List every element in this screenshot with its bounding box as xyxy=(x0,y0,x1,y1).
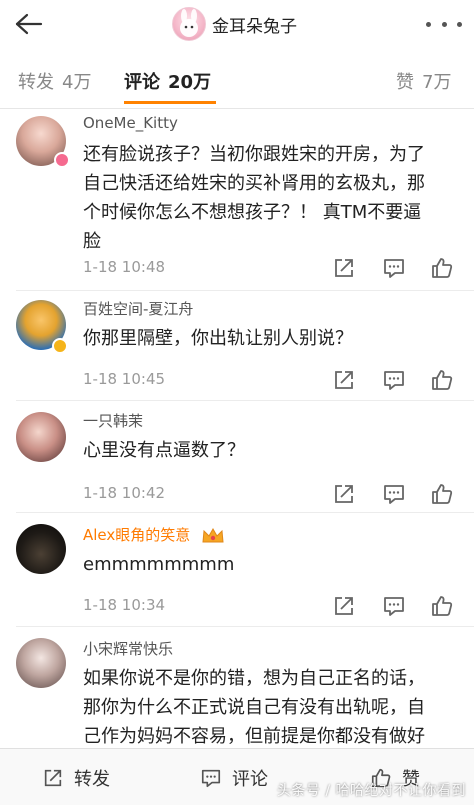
dot-icon xyxy=(426,21,431,27)
comment-reply-icon[interactable] xyxy=(382,594,406,618)
like-thumb-icon[interactable] xyxy=(430,482,454,506)
comment-text: emmmmmmmm xyxy=(83,550,459,579)
divider xyxy=(16,512,474,513)
comment-button-label: 评论 xyxy=(232,769,268,790)
comment-actions xyxy=(330,482,460,506)
share-icon[interactable] xyxy=(332,482,356,506)
comment-reply-icon[interactable] xyxy=(382,368,406,392)
comment-item: OneMe_Kitty 还有脸说孩子？当初你跟姓宋的开房，为了 自己快活还给姓宋… xyxy=(0,110,474,292)
comment-username-text: Alex眼角的笑意 xyxy=(83,526,191,544)
tab-bar: 转发 4万 评论 20万 赞 7万 xyxy=(0,48,474,109)
bunny-avatar-icon xyxy=(180,9,198,37)
tab-like-count: 7万 xyxy=(422,72,452,93)
active-tab-indicator xyxy=(124,101,216,104)
comment-username[interactable]: 一只韩茉 xyxy=(83,410,143,431)
tab-comment[interactable]: 评论 20万 xyxy=(124,68,211,94)
comment-text: 心里没有点逼数了？ xyxy=(83,436,459,465)
top-bar: 金耳朵兔子 xyxy=(0,0,474,49)
repost-button[interactable]: 转发 xyxy=(42,765,110,791)
avatar[interactable] xyxy=(16,412,66,462)
avatar[interactable] xyxy=(16,524,66,574)
watermark-text: 头条号 / 哈哈绝对不让你看到 xyxy=(276,783,466,799)
share-icon[interactable] xyxy=(332,256,356,280)
comment-actions xyxy=(330,256,460,280)
like-thumb-icon[interactable] xyxy=(430,594,454,618)
vip-crown-icon xyxy=(202,527,224,542)
comment-text-line: 如果你说不是你的错，想为自己正名的话， xyxy=(83,668,425,689)
comment-text-line: emmmmmmmm xyxy=(83,554,235,575)
comment-reply-icon[interactable] xyxy=(382,256,406,280)
comment-time: 1-18 10:34 xyxy=(83,596,166,614)
comment-text-line: 个时候你怎么不想想孩子？！ 真TM不要逼 xyxy=(83,202,422,223)
tab-comment-count: 20万 xyxy=(168,72,212,93)
dot-icon xyxy=(441,21,447,27)
dot-icon xyxy=(457,21,462,27)
page-title: 金耳朵兔子 xyxy=(212,17,297,37)
comment-username[interactable]: Alex眼角的笑意 xyxy=(83,524,225,545)
comment-item: 一只韩茉 心里没有点逼数了？ 1-18 10:42 xyxy=(0,402,474,514)
like-thumb-icon[interactable] xyxy=(430,256,454,280)
tab-repost-count: 4万 xyxy=(62,72,92,93)
comment-text: 如果你说不是你的错，想为自己正名的话， 那你为什么不正式说自己有没有出轨呢，自 … xyxy=(83,664,459,751)
comment-username[interactable]: 百姓空间-夏江舟 xyxy=(83,298,193,319)
comment-text: 还有脸说孩子？当初你跟姓宋的开房，为了 自己快活还给姓宋的买补肾用的玄极丸，那 … xyxy=(83,140,459,256)
comment-text-line: 那你为什么不正式说自己有没有出轨呢，自 xyxy=(83,697,425,718)
repost-icon xyxy=(44,769,62,787)
comment-text-line: 自己快活还给姓宋的买补肾用的玄极丸，那 xyxy=(83,173,425,194)
comment-text-line: 心里没有点逼数了？ xyxy=(83,440,245,461)
divider xyxy=(16,400,474,401)
avatar[interactable] xyxy=(16,638,66,688)
comment-item: Alex眼角的笑意 emmmmmmmm 1-18 10:34 xyxy=(0,514,474,627)
comment-time: 1-18 10:48 xyxy=(83,258,166,276)
comment-icon xyxy=(201,769,221,788)
comment-text-line: 己作为妈妈不容易，但前提是你都没有做好 xyxy=(83,726,425,747)
divider xyxy=(16,290,474,291)
comment-text-line: 你那里隔壁，你出轨让别人别说？ xyxy=(83,328,353,349)
comment-time: 1-18 10:42 xyxy=(83,484,166,502)
comment-text-line: 脸 xyxy=(83,231,101,252)
tab-repost[interactable]: 转发 4万 xyxy=(18,68,91,94)
comment-actions xyxy=(330,594,460,618)
author-avatar[interactable] xyxy=(172,7,206,41)
comment-actions xyxy=(330,368,460,392)
tab-like[interactable]: 赞 7万 xyxy=(396,68,451,94)
tab-comment-label: 评论 xyxy=(124,72,160,93)
comment-text-line: 还有脸说孩子？当初你跟姓宋的开房，为了 xyxy=(83,144,425,165)
comment-text: 你那里隔壁，你出轨让别人别说？ xyxy=(83,324,459,353)
comment-item: 小宋辉常快乐 如果你说不是你的错，想为自己正名的话， 那你为什么不正式说自己有没… xyxy=(0,626,474,748)
verified-badge-icon xyxy=(52,338,68,354)
like-thumb-icon[interactable] xyxy=(430,368,454,392)
comment-username[interactable]: OneMe_Kitty xyxy=(83,114,178,132)
tab-like-label: 赞 xyxy=(396,72,414,93)
repost-button-label: 转发 xyxy=(74,769,110,790)
back-arrow-icon xyxy=(15,13,43,35)
share-icon[interactable] xyxy=(332,594,356,618)
share-icon[interactable] xyxy=(332,368,356,392)
comment-reply-icon[interactable] xyxy=(382,482,406,506)
comment-item: 百姓空间-夏江舟 你那里隔壁，你出轨让别人别说？ 1-18 10:45 xyxy=(0,292,474,402)
comment-time: 1-18 10:45 xyxy=(83,370,166,388)
more-options-button[interactable] xyxy=(426,14,462,34)
comment-username[interactable]: 小宋辉常快乐 xyxy=(83,638,173,659)
tab-repost-label: 转发 xyxy=(18,72,54,93)
verified-badge-icon xyxy=(54,152,70,168)
comment-button[interactable]: 评论 xyxy=(200,765,268,791)
back-button[interactable] xyxy=(10,8,46,40)
